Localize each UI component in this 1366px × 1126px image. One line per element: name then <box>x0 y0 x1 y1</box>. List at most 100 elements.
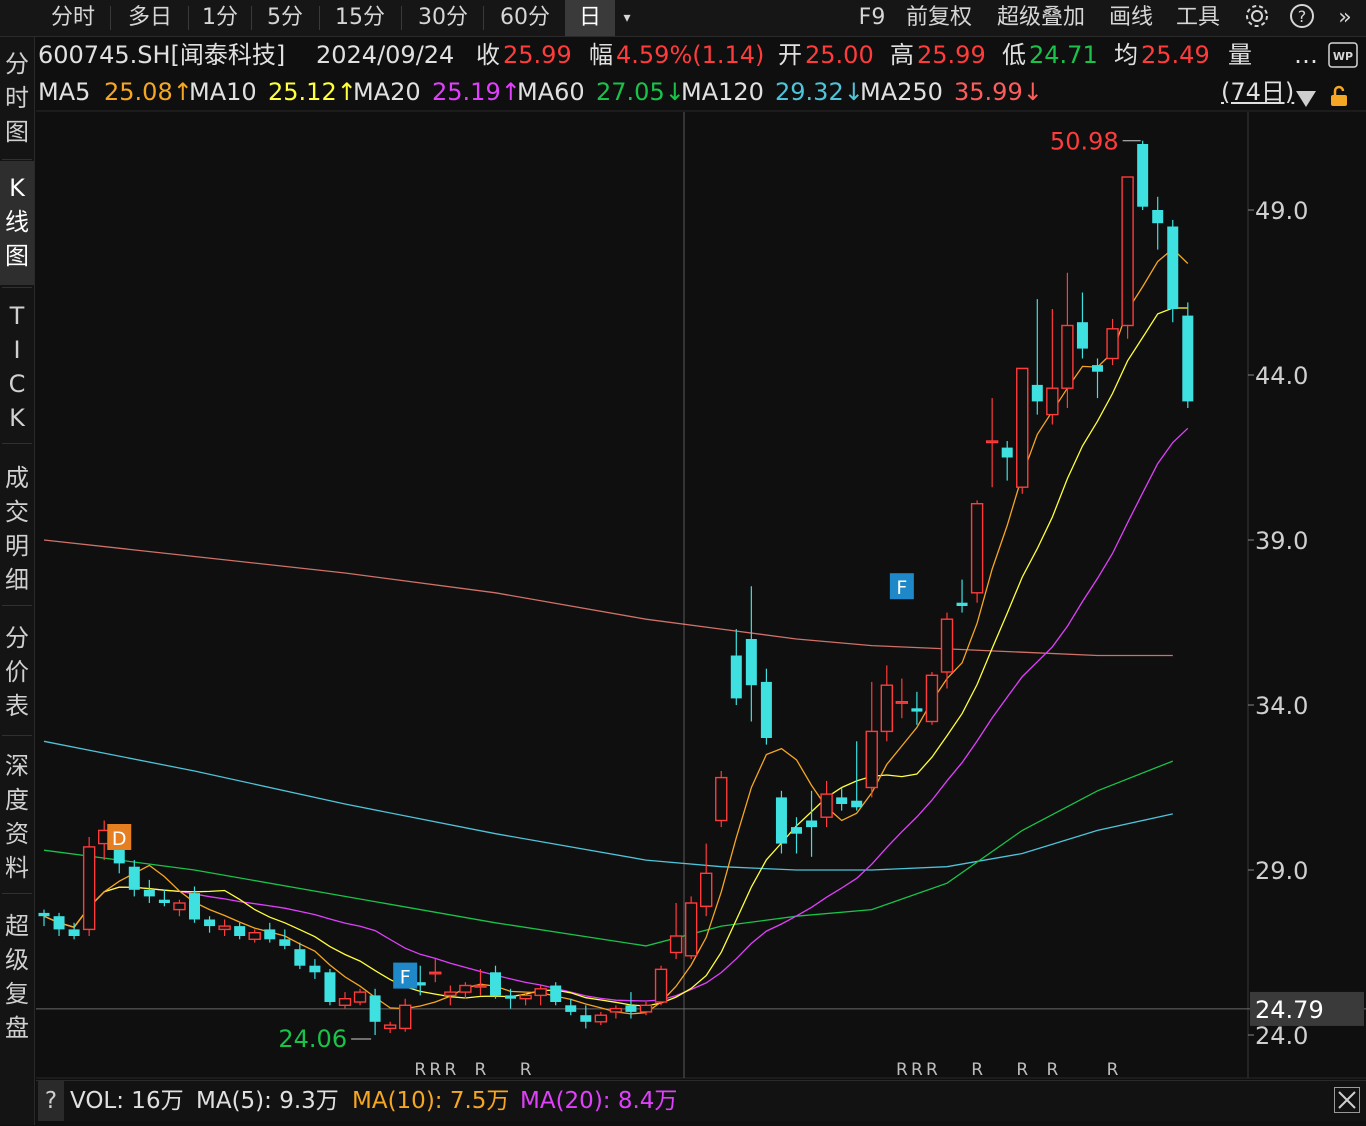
ma20-line <box>43 427 1189 1002</box>
tab-fenjiabiao[interactable]: 分价表 <box>0 621 34 731</box>
tab-fenshi[interactable]: 分时 <box>38 0 108 36</box>
candle-body <box>1016 367 1029 488</box>
candle <box>985 398 999 488</box>
tab-shendu-ziliao[interactable]: 深度资料 <box>0 749 34 889</box>
kline-chart[interactable]: 50.9824.06DFFR R R R R R R R R R R R 24.029.034.039… <box>0 0 1366 1125</box>
qianfuquan-button[interactable]: 前复权 <box>897 0 981 36</box>
tab-tick[interactable]: TICK <box>0 299 34 439</box>
super-overlay-button[interactable]: 超级叠加 <box>986 0 1096 36</box>
event-marker-label: F <box>400 967 411 989</box>
candle-body <box>474 984 487 988</box>
candle <box>309 959 321 979</box>
candle-body <box>806 820 818 828</box>
candle <box>745 586 757 722</box>
candle-body <box>791 827 802 834</box>
candle-body <box>1137 144 1149 207</box>
candle-body <box>895 701 909 704</box>
candle-body <box>775 797 787 844</box>
candle <box>1092 358 1103 399</box>
period-toolbar: 分时 多日 1分 5分 15分 30分 60分 日 ▾ F9 前复权 超级叠加 … <box>0 0 1366 37</box>
open-value: 25.00 <box>805 41 874 69</box>
candle <box>1121 176 1134 339</box>
candle <box>1016 367 1029 494</box>
candle <box>353 988 367 1006</box>
tab-duori[interactable]: 多日 <box>114 0 186 36</box>
tab-day[interactable]: 日 <box>565 0 615 36</box>
tools-button[interactable]: 工具 <box>1166 0 1230 36</box>
candle <box>294 942 306 969</box>
wp-icon[interactable]: WP <box>1328 42 1358 78</box>
tab-chengjiao-mingxi[interactable]: 成交明细 <box>0 461 34 601</box>
r-label: R <box>444 1060 456 1080</box>
candle-body <box>580 1015 592 1022</box>
tab-5min[interactable]: 5分 <box>255 0 315 36</box>
volume-label: 量 <box>1228 41 1252 69</box>
candle <box>490 965 501 999</box>
candle-body <box>309 965 321 973</box>
avg-label: 均 <box>1114 41 1138 69</box>
candle <box>429 959 442 983</box>
gear-icon[interactable] <box>1242 3 1272 33</box>
candle <box>82 837 96 936</box>
question-icon[interactable]: ? <box>38 1081 64 1121</box>
dropdown-triangle-icon[interactable] <box>1295 82 1317 118</box>
tab-kxiantu[interactable]: K线图 <box>0 161 34 285</box>
ma-lines <box>43 248 1189 1015</box>
f9-button[interactable]: F9 <box>852 0 892 36</box>
candle <box>609 1005 623 1019</box>
candle-body <box>264 929 276 940</box>
candle <box>625 992 637 1019</box>
candle <box>1001 441 1013 481</box>
candle-body <box>143 889 155 897</box>
r-label: R <box>971 1060 983 1080</box>
candle-body <box>158 899 170 903</box>
candle <box>970 500 984 603</box>
candle <box>820 780 833 828</box>
days-count[interactable]: (74日) <box>1221 74 1294 110</box>
ma5-value: 25.08↑ <box>104 78 193 106</box>
ma250-value: 35.99↓ <box>954 78 1043 106</box>
stock-symbol: 600745.SH[闻泰科技] <box>38 41 286 69</box>
candle <box>1031 299 1043 415</box>
close-icon[interactable] <box>1334 1086 1360 1126</box>
candle <box>519 992 532 1006</box>
candle-body <box>911 708 923 712</box>
candle-body <box>745 639 757 686</box>
lock-icon[interactable] <box>1328 81 1350 117</box>
help-icon[interactable]: ? <box>1287 3 1317 33</box>
more-indicator[interactable]: … <box>1294 37 1318 73</box>
ma120-line <box>43 740 1173 871</box>
r-label: R <box>911 1060 923 1080</box>
candle <box>940 612 954 689</box>
caret-down-icon[interactable]: ▾ <box>618 0 636 36</box>
change-label: 幅 <box>589 41 613 69</box>
ma10-value: 25.12↑ <box>268 78 357 106</box>
candle-body <box>594 1014 608 1023</box>
candle <box>1061 272 1074 408</box>
candle <box>550 982 562 1006</box>
candle <box>1167 219 1179 323</box>
candle <box>895 678 909 719</box>
tab-fenshitu[interactable]: 分时图 <box>0 47 34 157</box>
candle-body <box>925 674 939 723</box>
candle <box>669 903 683 960</box>
draw-line-button[interactable]: 画线 <box>1101 0 1161 36</box>
candle <box>730 629 742 705</box>
price-axis: 24.0 29.0 34.0 39.0 44.0 49.0 24.79 <box>1248 197 1364 1050</box>
candle-body <box>218 925 231 931</box>
candle <box>1152 196 1164 250</box>
ma120-label: MA120 <box>681 78 764 106</box>
tab-1min[interactable]: 1分 <box>192 0 248 36</box>
candle-body <box>1121 176 1134 327</box>
chevron-double-right-icon[interactable]: » <box>1330 3 1360 33</box>
y-tick-label: 24.0 <box>1255 1022 1308 1050</box>
tab-30min[interactable]: 30分 <box>405 0 481 36</box>
tab-60min[interactable]: 60分 <box>487 0 563 36</box>
candle-body <box>383 1024 397 1030</box>
y-tick-label: 39.0 <box>1255 527 1308 555</box>
tab-chaoji-fupan[interactable]: 超级复盘 <box>0 909 34 1049</box>
tab-15min[interactable]: 15分 <box>323 0 397 36</box>
svg-text:WP: WP <box>1333 50 1353 63</box>
candle-body <box>248 932 261 941</box>
candle-body <box>173 902 186 911</box>
